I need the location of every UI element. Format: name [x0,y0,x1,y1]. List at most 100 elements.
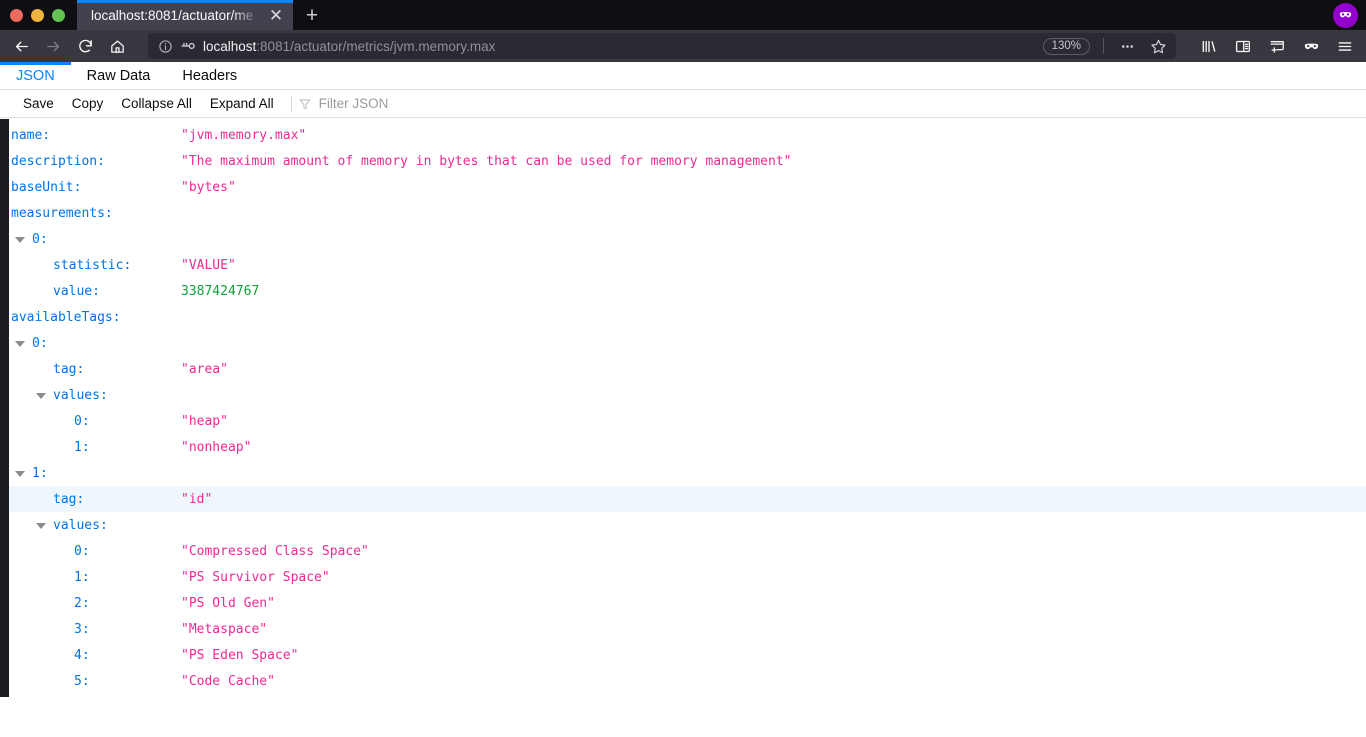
json-key: 1: [74,439,90,455]
json-value: "VALUE" [181,257,236,273]
json-row[interactable]: 1: [0,460,1366,486]
container-mask-icon[interactable] [1333,3,1358,28]
tab-title: localhost:8081/actuator/me [91,7,254,23]
home-button[interactable] [102,32,132,60]
json-row[interactable]: tag: "id" [0,486,1366,512]
json-row[interactable]: tag: "area" [0,356,1366,382]
page-info-icon[interactable] [158,39,173,54]
json-tree[interactable]: name: "jvm.memory.max" description: "The ma… [0,118,1366,694]
json-row[interactable]: 0: [0,226,1366,252]
expand-all-button[interactable]: Expand All [201,97,283,111]
json-row[interactable]: description: "The maximum amount of memor… [0,148,1366,174]
json-row[interactable]: values: [0,512,1366,538]
json-value: "id" [181,491,213,507]
json-row[interactable]: value: 3387424767 [0,278,1366,304]
chevron-down-icon[interactable] [15,237,25,243]
json-value: "The maximum amount of memory in bytes t… [181,153,792,169]
url-text[interactable]: localhost:8081/actuator/metrics/jvm.memo… [203,39,1036,54]
tab-strip: localhost:8081/actuator/me ✕ + [0,0,1366,30]
json-key: name: [11,127,51,143]
browser-chrome: localhost:8081/actuator/me ✕ + localhost… [0,0,1366,62]
json-key: baseUnit: [11,179,82,195]
forward-button[interactable] [38,32,68,60]
json-row[interactable]: availableTags: [0,304,1366,330]
json-value: "Compressed Class Space" [181,543,369,559]
permission-key-icon[interactable] [180,39,196,53]
browser-toolbar-icons [1184,32,1360,60]
json-key: value: [53,283,100,299]
json-value: "PS Eden Space" [181,647,299,663]
json-key: 0: [32,335,48,351]
minimize-window-button[interactable] [31,8,44,22]
json-key: 1: [32,465,48,481]
json-row[interactable]: 2: "PS Old Gen" [0,590,1366,616]
chevron-down-icon[interactable] [15,341,25,347]
json-value: "heap" [181,413,228,429]
chevron-down-icon[interactable] [36,523,46,529]
json-row[interactable]: baseUnit: "bytes" [0,174,1366,200]
json-row[interactable]: 1: "nonheap" [0,434,1366,460]
navigation-toolbar: localhost:8081/actuator/metrics/jvm.memo… [0,30,1366,62]
json-row[interactable]: 1: "PS Survivor Space" [0,564,1366,590]
new-tab-button[interactable]: + [293,0,331,30]
reload-button[interactable] [70,32,100,60]
json-row[interactable]: 3: "Metaspace" [0,616,1366,642]
json-row[interactable]: 5: "Code Cache" [0,668,1366,694]
collapse-all-button[interactable]: Collapse All [112,97,201,111]
menu-icon[interactable] [1330,32,1360,60]
json-key: 3: [74,621,90,637]
vertical-scrollbar[interactable] [0,119,9,697]
json-row[interactable]: values: [0,382,1366,408]
json-row[interactable]: 0: "heap" [0,408,1366,434]
json-row[interactable]: name: "jvm.memory.max" [0,122,1366,148]
json-row[interactable]: statistic: "VALUE" [0,252,1366,278]
json-key: 4: [74,647,90,663]
json-value: "Metaspace" [181,621,268,637]
json-value: "bytes" [181,179,236,195]
json-key: values: [53,517,108,533]
zoom-level-indicator[interactable]: 130% [1042,37,1090,55]
save-button[interactable]: Save [14,97,63,111]
browser-tab-active[interactable]: localhost:8081/actuator/me ✕ [77,0,293,30]
chevron-down-icon[interactable] [36,393,46,399]
pocket-icon[interactable] [1262,32,1292,60]
container-mask-icon[interactable] [1296,32,1326,60]
page-actions-icon[interactable] [1115,34,1139,58]
json-row[interactable]: 4: "PS Eden Space" [0,642,1366,668]
json-viewer: JSON Raw Data Headers Save Copy Collapse… [0,62,1366,705]
json-key: values: [53,387,108,403]
json-value: 3387424767 [181,283,260,299]
json-value: "PS Old Gen" [181,595,275,611]
sidebar-icon[interactable] [1228,32,1258,60]
json-key: description: [11,153,105,169]
json-key: availableTags: [11,309,121,325]
tab-headers[interactable]: Headers [166,62,253,89]
url-host: localhost [203,38,257,54]
bookmark-star-icon[interactable] [1146,34,1170,58]
back-button[interactable] [6,32,36,60]
json-key: measurements: [11,205,113,221]
url-bar[interactable]: localhost:8081/actuator/metrics/jvm.memo… [148,33,1176,59]
json-value: "nonheap" [181,439,252,455]
tab-raw-data[interactable]: Raw Data [71,62,167,89]
json-row[interactable]: 0: [0,330,1366,356]
json-row[interactable]: measurements: [0,200,1366,226]
json-value: "PS Survivor Space" [181,569,330,585]
maximize-window-button[interactable] [52,8,65,22]
json-key: 1: [74,569,90,585]
json-viewer-tabs: JSON Raw Data Headers [0,62,1366,90]
filter-json-input[interactable]: Filter JSON [298,96,389,111]
json-key: statistic: [53,257,132,273]
library-icon[interactable] [1194,32,1224,60]
json-key: tag: [53,491,85,507]
tab-json[interactable]: JSON [0,62,71,89]
chevron-down-icon[interactable] [15,471,25,477]
copy-button[interactable]: Copy [63,97,113,111]
filter-placeholder: Filter JSON [318,96,389,111]
json-key: 2: [74,595,90,611]
json-row[interactable]: 0: "Compressed Class Space" [0,538,1366,564]
json-viewer-toolbar: Save Copy Collapse All Expand All Filter… [0,90,1366,118]
close-tab-icon[interactable]: ✕ [263,2,289,28]
close-window-button[interactable] [10,8,23,22]
window-controls [0,0,77,30]
